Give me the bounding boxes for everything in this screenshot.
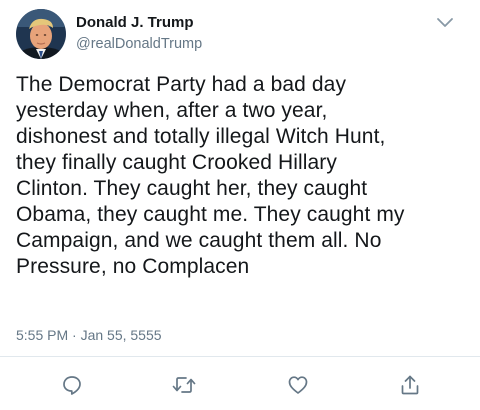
tweet-text-line: Campaign, and we caught them all. No	[16, 229, 382, 252]
author-handle[interactable]: @realDonaldTrump	[76, 36, 202, 52]
tweet-text-line: dishonest and totally illegal Witch Hunt…	[16, 125, 386, 148]
timestamp[interactable]: 5:55 PM · Jan 55, 5555	[16, 327, 162, 343]
like-button[interactable]	[285, 372, 311, 398]
retweet-icon	[172, 377, 196, 393]
reply-button[interactable]	[59, 372, 85, 398]
tweet-text-line: Obama, they caught me. They caught my	[16, 203, 405, 226]
share-icon	[401, 375, 419, 395]
reply-icon	[63, 376, 81, 395]
tweet-text-line: The Democrat Party had a bad day	[16, 73, 347, 96]
author-name[interactable]: Donald J. Trump	[76, 14, 194, 31]
chevron-down-icon[interactable]	[434, 14, 456, 32]
tweet-text: The Democrat Party had a bad day yesterd…	[16, 72, 474, 280]
tweet-text-line: Pressure, no Complacen	[16, 255, 250, 278]
share-button[interactable]	[397, 372, 423, 398]
tweet-card: Donald J. Trump @realDonaldTrump The Dem…	[0, 0, 480, 410]
retweet-button[interactable]	[171, 372, 197, 398]
tweet-text-line: Clinton. They caught her, they caught	[16, 177, 368, 200]
heart-icon	[288, 376, 308, 394]
avatar-photo	[16, 9, 66, 59]
avatar[interactable]	[16, 9, 66, 59]
divider	[0, 356, 480, 357]
tweet-text-line: they finally caught Crooked Hillary	[16, 151, 337, 174]
tweet-text-line: yesterday when, after a two year,	[16, 99, 328, 122]
